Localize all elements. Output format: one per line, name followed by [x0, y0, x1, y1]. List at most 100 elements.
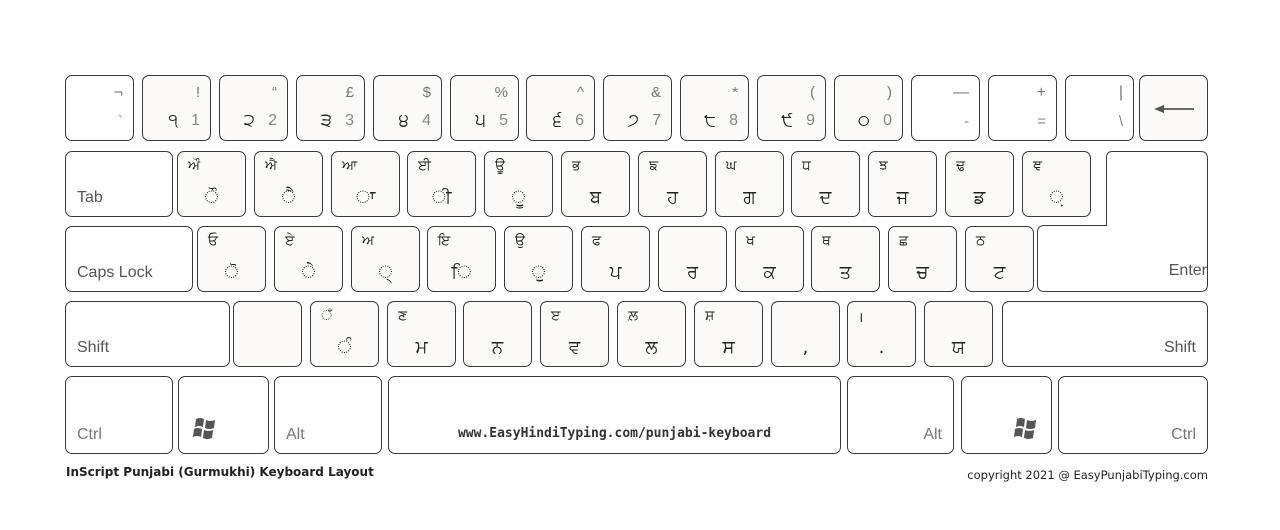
- base-character: ਹ: [666, 187, 679, 208]
- letter-key[interactable]: ਐੈ: [254, 151, 323, 217]
- base-character: ਟ: [993, 262, 1006, 283]
- left-ctrl-key[interactable]: Ctrl: [65, 376, 173, 454]
- right-ctrl-label: Ctrl: [1171, 426, 1196, 443]
- letter-key[interactable]: ਁੰ: [310, 301, 379, 367]
- shift-character: ਸ਼: [705, 308, 715, 324]
- gurmukhi-digit: ੫: [475, 110, 486, 131]
- base-character: ੌ: [204, 187, 219, 208]
- number-row-key[interactable]: £੩ 3: [296, 75, 365, 141]
- letter-key[interactable]: ਓੋ: [197, 226, 266, 292]
- gurmukhi-digit: ੯: [781, 110, 793, 131]
- number-row-key[interactable]: (੯ 9: [757, 75, 826, 141]
- base-character: ਡ: [973, 187, 986, 208]
- letter-key[interactable]: ਘਗ: [715, 151, 784, 217]
- letter-key[interactable]: ਣਮ: [387, 301, 456, 367]
- letter-key[interactable]: ੲਵ: [540, 301, 609, 367]
- letter-key[interactable]: ਥਤ: [811, 226, 880, 292]
- letter-key[interactable]: ਊੂ: [484, 151, 553, 217]
- shift-symbol: —: [953, 84, 969, 101]
- letter-key[interactable]: ਭਬ: [561, 151, 630, 217]
- letter-key[interactable]: ਫਪ: [581, 226, 650, 292]
- gurmukhi-digit: ੧: [168, 110, 178, 131]
- shift-character: ਇ: [438, 233, 451, 249]
- number-row-key[interactable]: * ੮ 8: [680, 75, 749, 141]
- letter-key[interactable]: ਆਾ: [331, 151, 400, 217]
- shift-symbol: &: [650, 84, 661, 101]
- right-shift-key[interactable]: Shift: [1002, 301, 1208, 367]
- letter-key[interactable]: ਈੀ: [407, 151, 476, 217]
- gurmukhi-digit: ੬: [552, 110, 562, 131]
- right-ctrl-key[interactable]: Ctrl: [1058, 376, 1208, 454]
- letter-key[interactable]: ਖਕ: [735, 226, 804, 292]
- tab-key[interactable]: Tab: [65, 151, 173, 217]
- caps-lock-key[interactable]: Caps Lock: [65, 226, 193, 292]
- latin-digit: 1: [191, 112, 200, 129]
- letter-key[interactable]: ,: [771, 301, 840, 367]
- spacebar-key[interactable]: www.EasyHindiTyping.com/punjabi-keyboard: [388, 376, 841, 454]
- shift-character: ਘ: [726, 158, 737, 174]
- letter-key[interactable]: ਰ: [658, 226, 727, 292]
- shift-character: ਓ: [208, 233, 219, 249]
- left-alt-label: Alt: [286, 426, 305, 443]
- gurmukhi-digit: ੩: [320, 110, 332, 131]
- letter-key[interactable]: ਛਚ: [888, 226, 957, 292]
- left-alt-key[interactable]: Alt: [274, 376, 382, 454]
- shift-character: ਔ: [188, 158, 201, 174]
- letter-key[interactable]: ਧਦ: [791, 151, 860, 217]
- base-symbol: =: [1037, 113, 1046, 130]
- number-row-key[interactable]: ! ੧ 1: [142, 75, 211, 141]
- number-row-key[interactable]: ^ ੬ 6: [526, 75, 595, 141]
- shift-character: ਠ: [976, 233, 986, 249]
- number-row-key[interactable]: “ ੨ 2: [219, 75, 288, 141]
- number-row-key[interactable]: ) ੦ 0: [834, 75, 903, 141]
- letter-key[interactable]: ਢਡ: [945, 151, 1014, 217]
- letter-key[interactable]: ਔੌ: [177, 151, 246, 217]
- letter-key[interactable]: ਇਿ: [427, 226, 496, 292]
- base-character: ਮ: [415, 337, 428, 358]
- number-row-key[interactable]: — -: [911, 75, 980, 141]
- left-shift-key[interactable]: Shift: [65, 301, 230, 367]
- letter-key[interactable]: ਯ: [924, 301, 993, 367]
- shift-symbol: +: [1036, 84, 1046, 101]
- letter-key[interactable]: ਏੇ: [274, 226, 343, 292]
- number-row-key[interactable]: ¬ `: [65, 75, 134, 141]
- right-alt-label: Alt: [923, 426, 942, 443]
- latin-digit: 0: [883, 112, 892, 129]
- base-character: ਰ: [686, 262, 699, 283]
- right-alt-key[interactable]: Alt: [847, 376, 954, 454]
- letter-key[interactable]: ਸ਼ ਸ: [694, 301, 763, 367]
- number-row-key[interactable]: $੪ 4: [373, 75, 442, 141]
- letter-key[interactable]: ਝਜ: [868, 151, 937, 217]
- caps-lock-label: Caps Lock: [77, 264, 153, 281]
- latin-digit: 8: [729, 112, 738, 129]
- backspace-key[interactable]: [1139, 75, 1208, 141]
- shift-character: ਈ: [418, 158, 431, 174]
- latin-digit: 4: [422, 112, 431, 129]
- base-character: ਗ: [743, 187, 756, 208]
- shift-character: ਢ: [956, 158, 966, 174]
- gurmukhi-digit: ੨: [243, 110, 255, 131]
- right-windows-key[interactable]: [961, 376, 1052, 454]
- shift-symbol: $: [422, 84, 431, 101]
- number-row-key[interactable]: + =: [988, 75, 1057, 141]
- shift-character: ਭ: [572, 158, 581, 174]
- letter-key[interactable]: ।.: [847, 301, 916, 367]
- base-symbol: `: [118, 113, 123, 130]
- shift-symbol: |: [1118, 84, 1123, 101]
- left-windows-key[interactable]: [178, 376, 269, 454]
- letter-key[interactable]: ਅ੍: [351, 226, 420, 292]
- letter-key[interactable]: ਉੁ: [504, 226, 573, 292]
- shift-character: ਧ: [802, 158, 811, 174]
- letter-key[interactable]: [233, 301, 302, 367]
- latin-digit: 3: [345, 112, 354, 129]
- letter-key[interactable]: ਲ਼ ਲ: [617, 301, 686, 367]
- letter-key[interactable]: ਙਹ: [638, 151, 707, 217]
- letter-key[interactable]: ਨ: [463, 301, 532, 367]
- base-character: ਯ: [951, 337, 966, 358]
- letter-key[interactable]: ਠਟ: [965, 226, 1034, 292]
- base-character: ਸ: [722, 337, 735, 358]
- number-row-key[interactable]: & ੭ 7: [603, 75, 672, 141]
- right-shift-label: Shift: [1163, 339, 1196, 356]
- number-row-key[interactable]: | \: [1065, 75, 1134, 141]
- number-row-key[interactable]: % ੫ 5: [450, 75, 519, 141]
